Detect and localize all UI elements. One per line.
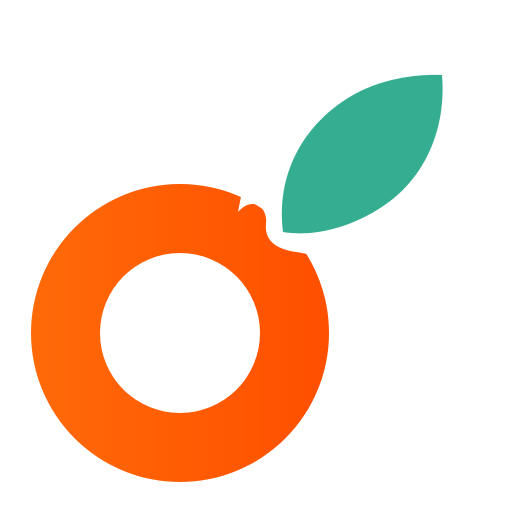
leaf-icon (281, 74, 443, 234)
logo-canvas (0, 0, 512, 512)
orange-logo-icon (31, 74, 443, 482)
